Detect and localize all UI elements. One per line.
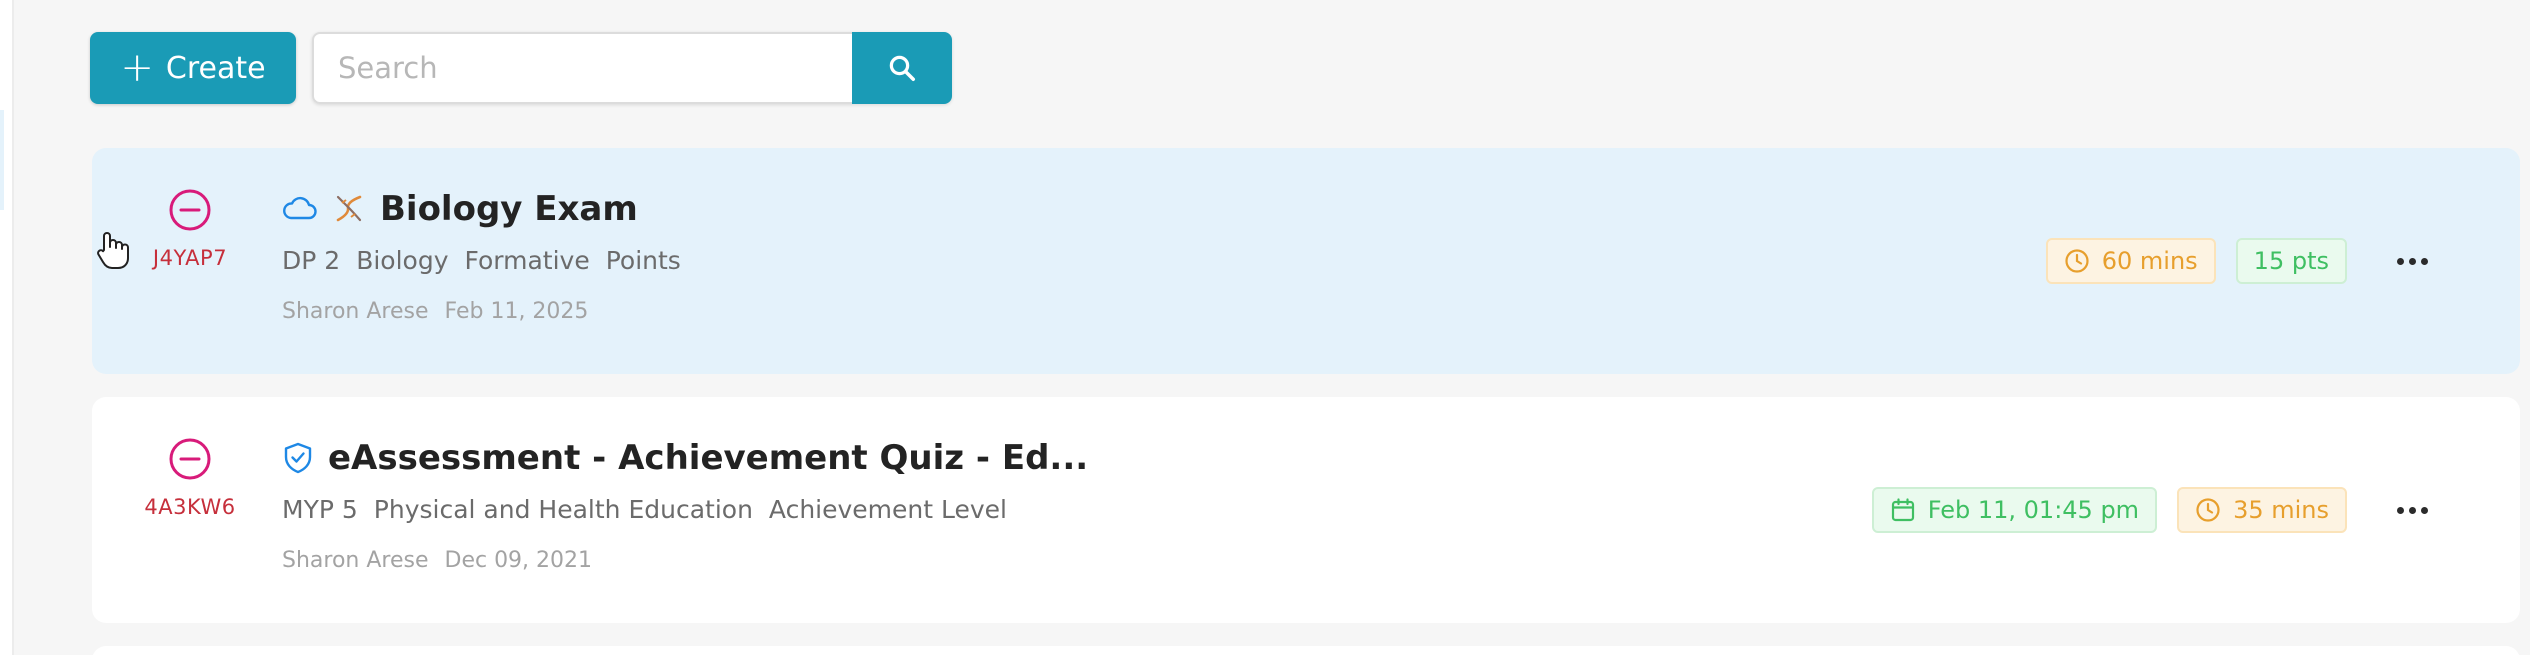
tag-subject: Physical and Health Education — [373, 495, 753, 524]
plus-icon: + — [120, 45, 154, 91]
more-horizontal-icon[interactable] — [2397, 499, 2428, 522]
assessment-author: Sharon Arese — [282, 299, 429, 324]
search-input[interactable] — [312, 32, 852, 104]
schedule-badge: Feb 11, 01:45 pm — [1871, 487, 2158, 533]
schedule-text: Feb 11, 01:45 pm — [1927, 496, 2140, 524]
calendar-icon — [1891, 498, 1914, 522]
tag-grade: DP 2 — [282, 246, 341, 275]
assessment-details: Biology Exam DP 2 Biology Formative Poin… — [282, 186, 697, 324]
assessment-tags: DP 2 Biology Formative Points — [282, 246, 697, 275]
rail-active-marker — [0, 110, 4, 210]
assessment-date: Dec 09, 2021 — [444, 548, 593, 573]
search-icon — [889, 55, 915, 81]
assessment-author: Sharon Arese — [282, 548, 429, 573]
search-button[interactable] — [852, 32, 952, 104]
cloud-icon — [282, 196, 318, 222]
clock-icon — [2196, 498, 2220, 522]
assessment-meta: Sharon Arese Feb 11, 2025 — [282, 299, 697, 324]
left-rail — [0, 0, 14, 655]
hand-pointer-icon — [97, 232, 129, 269]
tag-grade: MYP 5 — [282, 495, 358, 524]
assessment-title[interactable]: Biology Exam — [380, 189, 638, 229]
create-button[interactable]: + Create — [90, 32, 296, 104]
tag-grading: Achievement Level — [768, 495, 1007, 524]
duration-badge: 60 mins — [2045, 238, 2216, 284]
assessment-meta: Sharon Arese Dec 09, 2021 — [282, 548, 1088, 573]
minus-circle-icon[interactable] — [168, 437, 212, 481]
points-text: 15 pts — [2253, 247, 2329, 275]
assessment-card[interactable]: 4A3KW6 eAssessment - Achievement Quiz - … — [92, 397, 2520, 623]
create-button-label: Create — [165, 50, 266, 86]
tag-subject: Biology — [356, 246, 449, 275]
duration-text: 35 mins — [2233, 496, 2329, 524]
search-group — [312, 32, 952, 104]
assessment-title[interactable]: eAssessment - Achievement Quiz - Ed... — [328, 438, 1088, 478]
tag-grading: Points — [605, 246, 681, 275]
minus-circle-icon[interactable] — [168, 188, 212, 232]
clock-icon — [2065, 249, 2089, 273]
assessment-badges: Feb 11, 01:45 pm 35 mins — [1852, 487, 2428, 533]
assessment-tags: MYP 5 Physical and Health Education Achi… — [282, 495, 1088, 524]
assessment-code-column: 4A3KW6 — [92, 437, 288, 519]
toolbar: + Create — [90, 32, 952, 104]
tag-type: Formative — [464, 246, 590, 275]
assessment-date: Feb 11, 2025 — [444, 299, 589, 324]
assessment-code: 4A3KW6 — [144, 495, 236, 519]
assessment-details: eAssessment - Achievement Quiz - Ed... M… — [282, 435, 1088, 573]
duration-badge: 35 mins — [2177, 487, 2347, 533]
duration-text: 60 mins — [2101, 247, 2198, 275]
assessment-card[interactable] — [92, 646, 2520, 655]
more-horizontal-icon[interactable] — [2397, 250, 2428, 273]
points-badge: 15 pts — [2235, 238, 2347, 284]
shield-check-icon — [282, 441, 314, 475]
dna-icon — [332, 192, 366, 226]
assessment-badges: 60 mins 15 pts — [2026, 238, 2428, 284]
assessment-card[interactable]: J4YAP7 Biology Exam DP 2 Biology Formati… — [92, 148, 2520, 374]
assessment-code: J4YAP7 — [152, 246, 228, 270]
